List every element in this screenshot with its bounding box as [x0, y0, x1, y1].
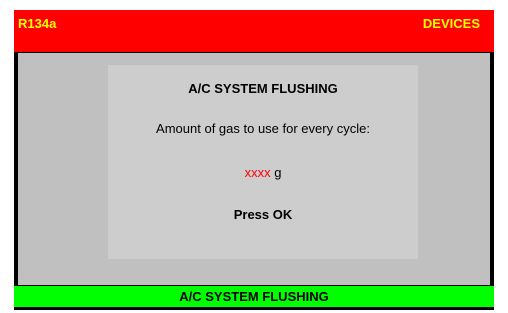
gas-amount-value: xxxx	[244, 165, 271, 180]
dialog-panel: A/C SYSTEM FLUSHING Amount of gas to use…	[108, 65, 418, 259]
content-area: A/C SYSTEM FLUSHING Amount of gas to use…	[18, 53, 490, 285]
dialog-title: A/C SYSTEM FLUSHING	[188, 81, 338, 96]
dialog-prompt: Amount of gas to use for every cycle:	[156, 121, 370, 136]
section-label: DEVICES	[422, 16, 480, 31]
gas-amount-row: xxxx g	[108, 165, 418, 180]
press-ok-instruction: Press OK	[233, 207, 293, 222]
gas-type-label: R134a	[18, 16, 57, 31]
footer-label: A/C SYSTEM FLUSHING	[179, 289, 329, 304]
gas-amount-unit: g	[274, 165, 282, 180]
footer-bar: A/C SYSTEM FLUSHING	[14, 286, 494, 307]
header-bar: R134a DEVICES	[14, 10, 494, 52]
